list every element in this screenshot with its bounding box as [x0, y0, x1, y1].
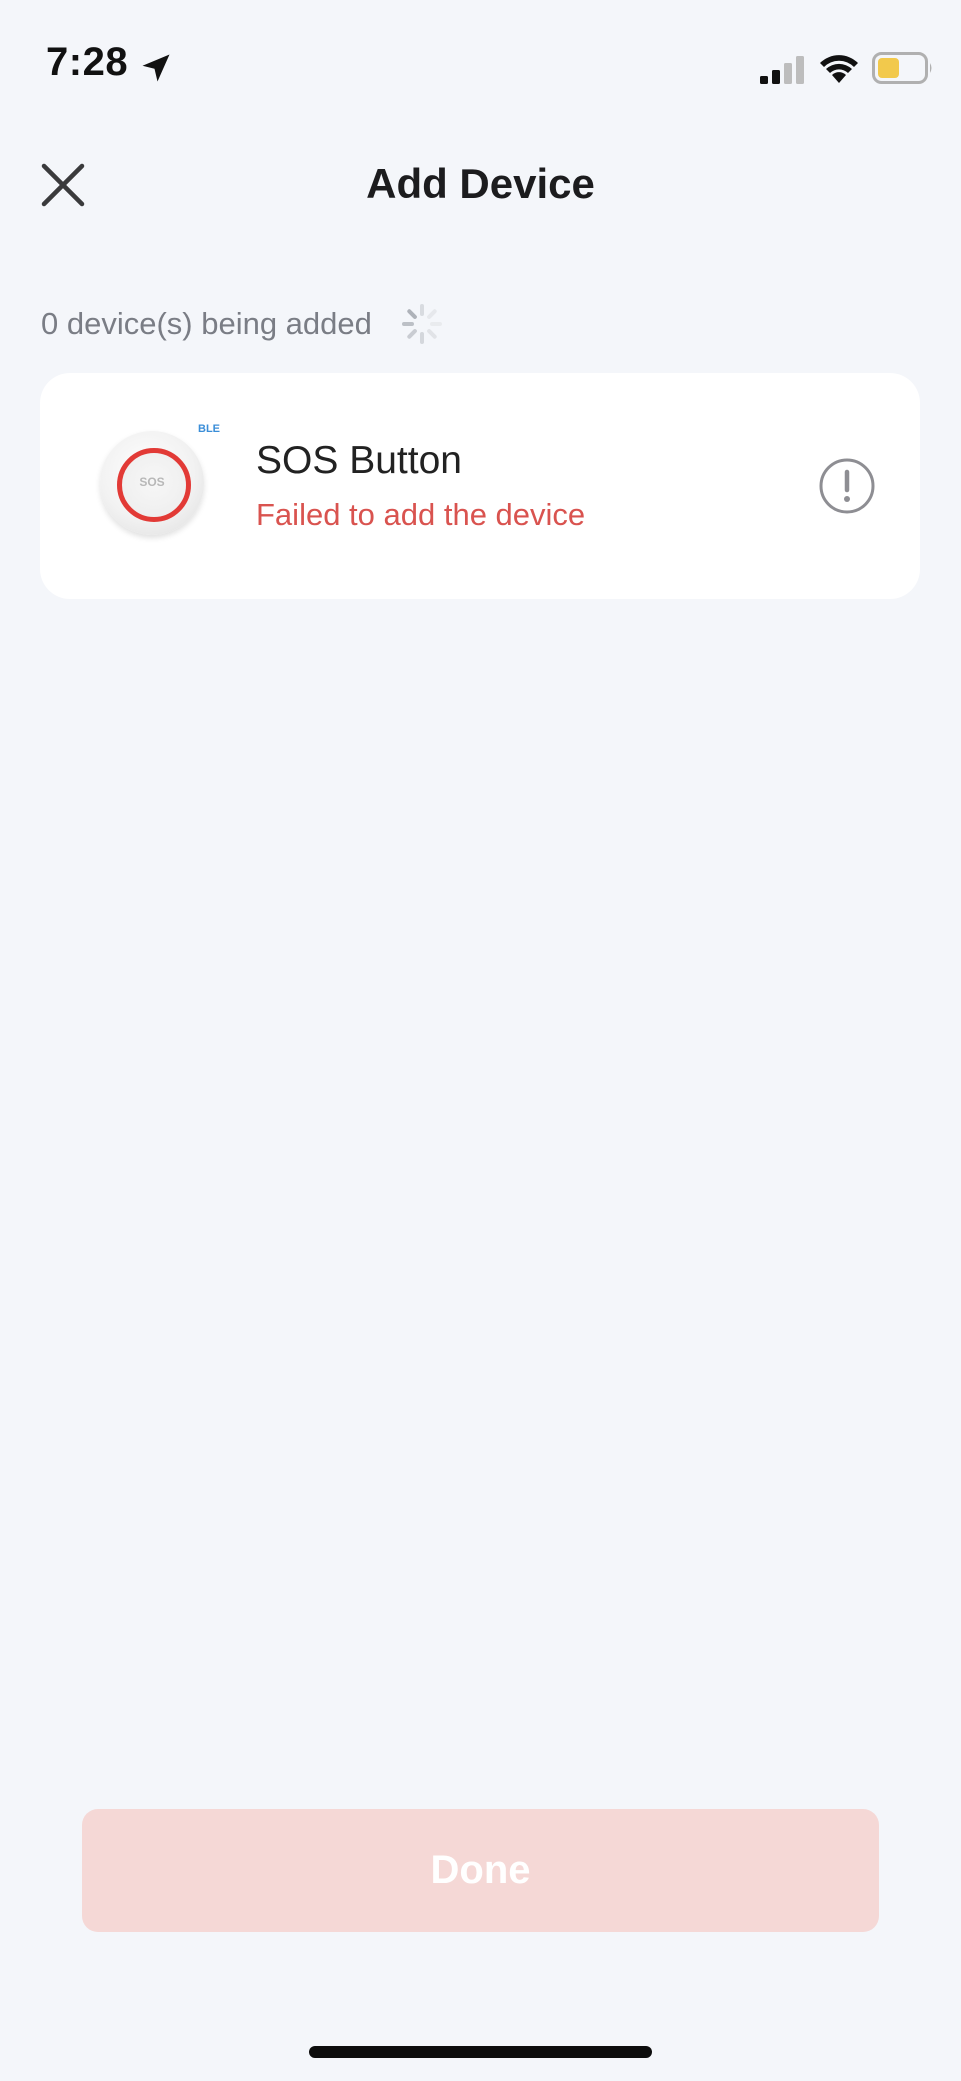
device-image: SOS	[100, 431, 204, 535]
spinner-icon	[401, 304, 442, 344]
home-indicator	[309, 2046, 652, 2058]
device-card[interactable]: SOS BLE SOS Button Failed to add the dev…	[40, 373, 920, 599]
device-image-label: SOS	[139, 475, 165, 489]
device-name: SOS Button	[256, 439, 462, 482]
cellular-signal-icon	[760, 56, 804, 84]
ble-badge: BLE	[198, 423, 220, 435]
device-status: Failed to add the device	[256, 497, 586, 532]
status-time: 7:28	[46, 40, 129, 84]
battery-icon	[872, 52, 932, 84]
progress-text: 0 device(s) being added	[41, 306, 372, 341]
nav-bar: Add Device	[0, 140, 961, 230]
location-arrow-icon	[142, 54, 170, 82]
status-bar: 7:28	[0, 0, 961, 120]
done-button[interactable]: Done	[82, 1809, 879, 1932]
wifi-icon	[820, 55, 858, 83]
progress-row: 0 device(s) being added	[41, 302, 444, 346]
warning-icon[interactable]	[818, 457, 876, 515]
page-title: Add Device	[366, 160, 595, 207]
